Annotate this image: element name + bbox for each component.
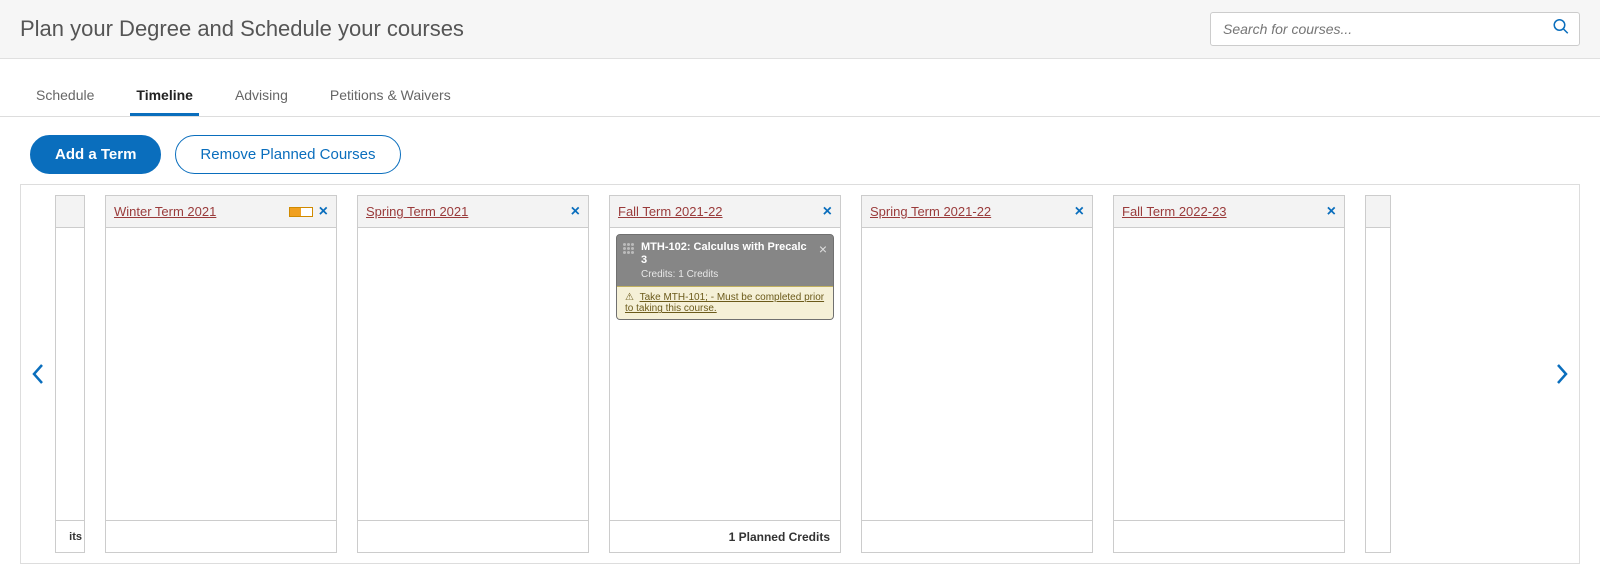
tabs-bar: Schedule Timeline Advising Petitions & W… bbox=[0, 77, 1600, 117]
warning-icon: ⚠ bbox=[625, 292, 634, 303]
term-body-partial bbox=[1366, 228, 1390, 552]
course-warning-link[interactable]: Take MTH-101; - Must be completed prior … bbox=[625, 292, 824, 314]
term-link[interactable]: Winter Term 2021 bbox=[114, 204, 216, 219]
term-header-partial bbox=[1366, 196, 1390, 228]
page-title: Plan your Degree and Schedule your cours… bbox=[20, 16, 464, 42]
term-link[interactable]: Fall Term 2022-23 bbox=[1122, 204, 1227, 219]
close-icon[interactable]: × bbox=[1327, 203, 1336, 221]
term-body[interactable] bbox=[106, 228, 336, 520]
term-header: Fall Term 2022-23 × bbox=[1114, 196, 1344, 228]
course-title: MTH-102: Calculus with Precalc 3 bbox=[641, 241, 813, 267]
term-link[interactable]: Spring Term 2021 bbox=[366, 204, 468, 219]
term-header-right: × bbox=[1075, 203, 1084, 221]
tab-timeline[interactable]: Timeline bbox=[130, 77, 199, 116]
term-footer: 1 Planned Credits bbox=[610, 520, 840, 552]
course-warning: ⚠ Take MTH-101; - Must be completed prio… bbox=[617, 286, 833, 319]
term-body[interactable]: MTH-102: Calculus with Precalc 3 Credits… bbox=[610, 228, 840, 520]
course-card-header: MTH-102: Calculus with Precalc 3 Credits… bbox=[617, 235, 833, 286]
page-header: Plan your Degree and Schedule your cours… bbox=[0, 0, 1600, 59]
term-header: Winter Term 2021 × bbox=[106, 196, 336, 228]
search-input[interactable] bbox=[1210, 12, 1580, 46]
term-body-partial bbox=[56, 228, 84, 520]
term-header-right: × bbox=[571, 203, 580, 221]
course-card[interactable]: MTH-102: Calculus with Precalc 3 Credits… bbox=[616, 234, 834, 320]
term-column: Spring Term 2021-22 × bbox=[861, 195, 1093, 553]
close-icon[interactable]: × bbox=[319, 203, 328, 221]
actions-row: Add a Term Remove Planned Courses bbox=[0, 117, 1600, 184]
tab-advising[interactable]: Advising bbox=[229, 77, 294, 116]
search-container bbox=[1210, 12, 1580, 46]
term-column-partial-right bbox=[1365, 195, 1391, 553]
term-column: Spring Term 2021 × bbox=[357, 195, 589, 553]
term-column: Winter Term 2021 × bbox=[105, 195, 337, 553]
search-icon[interactable] bbox=[1552, 18, 1570, 41]
timeline-next-button[interactable] bbox=[1545, 185, 1579, 563]
close-icon[interactable]: × bbox=[823, 203, 832, 221]
term-footer bbox=[106, 520, 336, 552]
timeline-container: its Winter Term 2021 × Spring Term 2021 … bbox=[20, 184, 1580, 564]
term-link[interactable]: Spring Term 2021-22 bbox=[870, 204, 991, 219]
term-header-partial bbox=[56, 196, 84, 228]
term-header-right: × bbox=[289, 203, 328, 221]
close-icon[interactable]: × bbox=[571, 203, 580, 221]
tab-schedule[interactable]: Schedule bbox=[30, 77, 100, 116]
term-footer bbox=[1114, 520, 1344, 552]
course-credits: Credits: 1 Credits bbox=[641, 269, 813, 280]
term-header: Spring Term 2021-22 × bbox=[862, 196, 1092, 228]
term-column: Fall Term 2021-22 × MTH-102: Calculus wi… bbox=[609, 195, 841, 553]
term-body[interactable] bbox=[862, 228, 1092, 520]
tab-petitions-waivers[interactable]: Petitions & Waivers bbox=[324, 77, 457, 116]
term-column-partial-left: its bbox=[55, 195, 85, 553]
add-term-button[interactable]: Add a Term bbox=[30, 135, 161, 174]
remove-planned-courses-button[interactable]: Remove Planned Courses bbox=[175, 135, 400, 174]
close-icon[interactable]: × bbox=[819, 241, 827, 257]
term-footer-partial: its bbox=[56, 520, 84, 552]
term-footer bbox=[862, 520, 1092, 552]
term-link[interactable]: Fall Term 2021-22 bbox=[618, 204, 723, 219]
progress-icon bbox=[289, 207, 313, 217]
term-body[interactable] bbox=[358, 228, 588, 520]
term-header-right: × bbox=[1327, 203, 1336, 221]
course-info: MTH-102: Calculus with Precalc 3 Credits… bbox=[641, 241, 813, 280]
close-icon[interactable]: × bbox=[1075, 203, 1084, 221]
drag-handle-icon[interactable] bbox=[623, 241, 635, 254]
term-footer bbox=[358, 520, 588, 552]
term-header: Spring Term 2021 × bbox=[358, 196, 588, 228]
term-header-right: × bbox=[823, 203, 832, 221]
term-column: Fall Term 2022-23 × bbox=[1113, 195, 1345, 553]
timeline-scroll[interactable]: its Winter Term 2021 × Spring Term 2021 … bbox=[55, 185, 1545, 563]
term-body[interactable] bbox=[1114, 228, 1344, 520]
timeline-prev-button[interactable] bbox=[21, 185, 55, 563]
term-header: Fall Term 2021-22 × bbox=[610, 196, 840, 228]
